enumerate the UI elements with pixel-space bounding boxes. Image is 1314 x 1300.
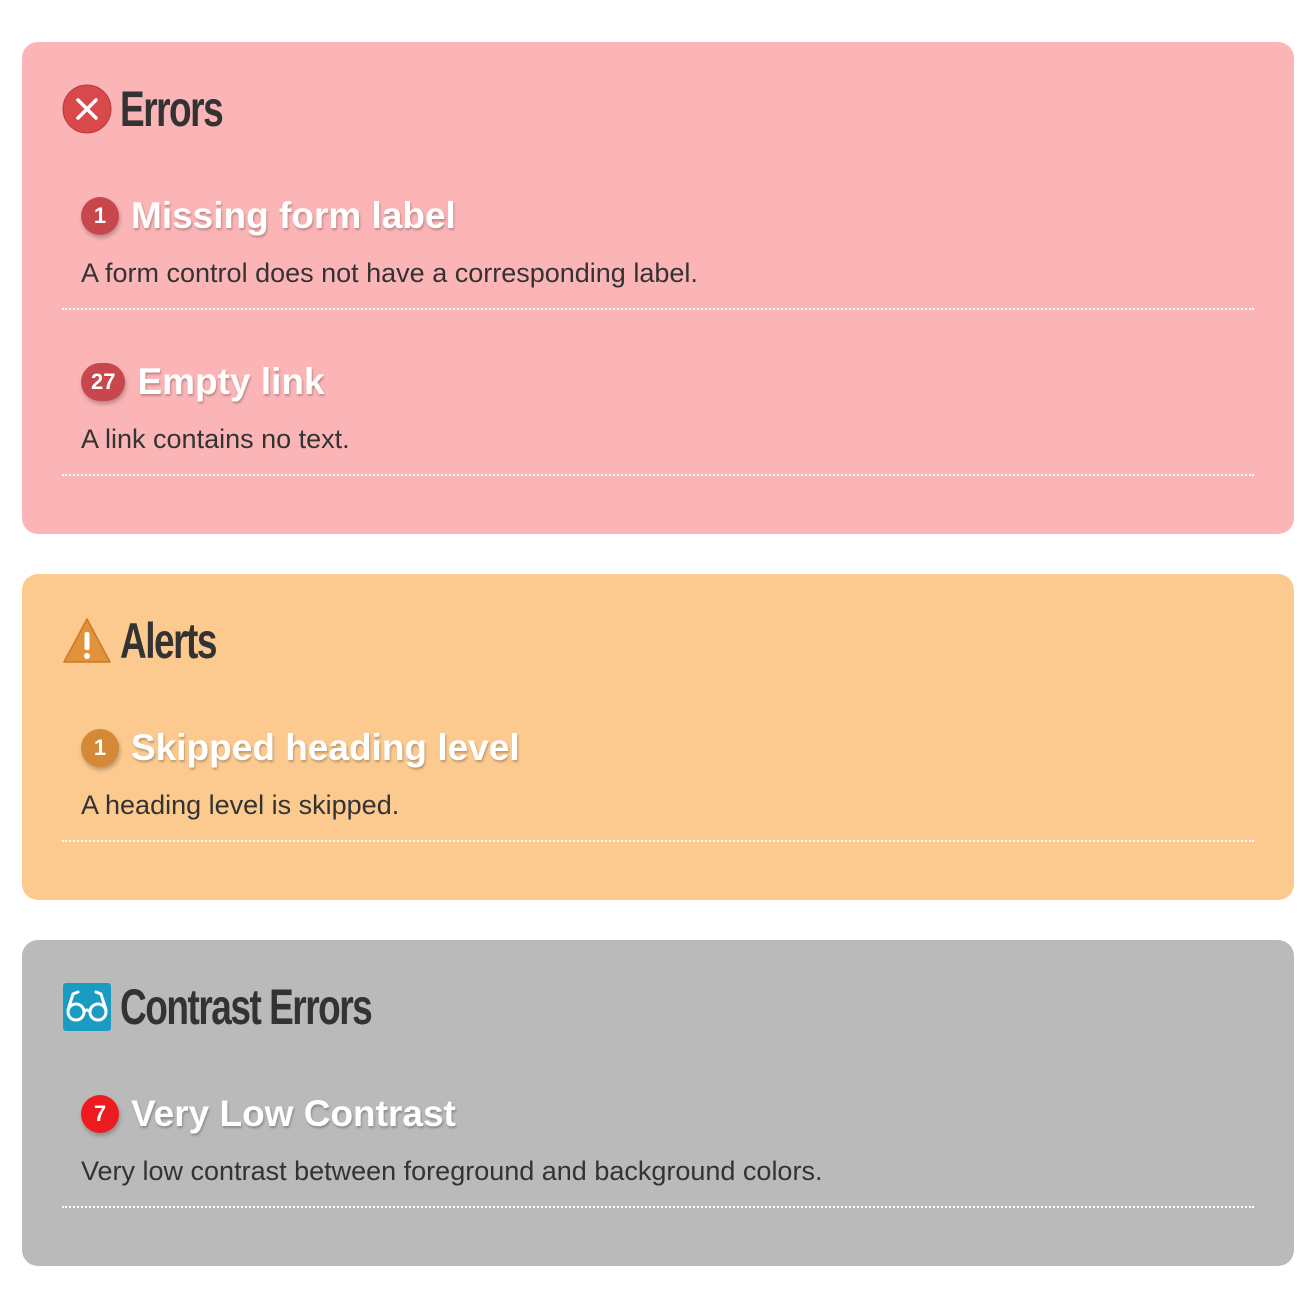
item-description: Very low contrast between foreground and… [81,1156,823,1186]
divider [62,1206,1254,1208]
divider [62,840,1254,842]
divider [62,474,1254,476]
count-badge: 1 [81,729,119,767]
item-description: A form control does not have a correspon… [81,258,698,288]
contrast-errors-panel: Contrast Errors 7 Very Low Contrast Very… [22,940,1294,1266]
errors-header: Errors [62,82,258,136]
contrast-item-very-low-contrast[interactable]: 7 Very Low Contrast Very low contrast be… [62,1090,1254,1256]
count-badge: 7 [81,1095,119,1133]
item-title[interactable]: Very Low Contrast [131,1093,456,1135]
item-description: A link contains no text. [81,424,350,454]
contrast-title: Contrast Errors [120,979,373,1035]
glasses-icon [63,983,111,1031]
divider [62,308,1254,310]
item-description: A heading level is skipped. [81,790,400,820]
error-item-missing-form-label[interactable]: 1 Missing form label A form control does… [62,192,1254,358]
alerts-header: Alerts [62,614,250,668]
alerts-panel: Alerts 1 Skipped heading level A heading… [22,574,1294,900]
count-badge: 27 [81,363,126,401]
item-heading: 7 Very Low Contrast [81,1090,456,1138]
item-heading: 1 Skipped heading level [81,724,520,772]
item-heading: 1 Missing form label [81,192,456,240]
item-title[interactable]: Missing form label [131,195,456,237]
error-x-icon [62,84,112,134]
item-title[interactable]: Skipped heading level [131,727,520,769]
alert-item-skipped-heading-level[interactable]: 1 Skipped heading level A heading level … [62,724,1254,890]
item-heading: 27 Empty link [81,358,325,406]
warning-triangle-icon [63,618,111,663]
contrast-header: Contrast Errors [62,980,460,1034]
errors-title: Errors [120,81,224,137]
count-badge: 1 [81,197,119,235]
error-item-empty-link[interactable]: 27 Empty link A link contains no text. [62,358,1254,524]
item-title[interactable]: Empty link [137,361,324,403]
alerts-title: Alerts [120,613,217,669]
errors-panel: Errors 1 Missing form label A form contr… [22,42,1294,534]
